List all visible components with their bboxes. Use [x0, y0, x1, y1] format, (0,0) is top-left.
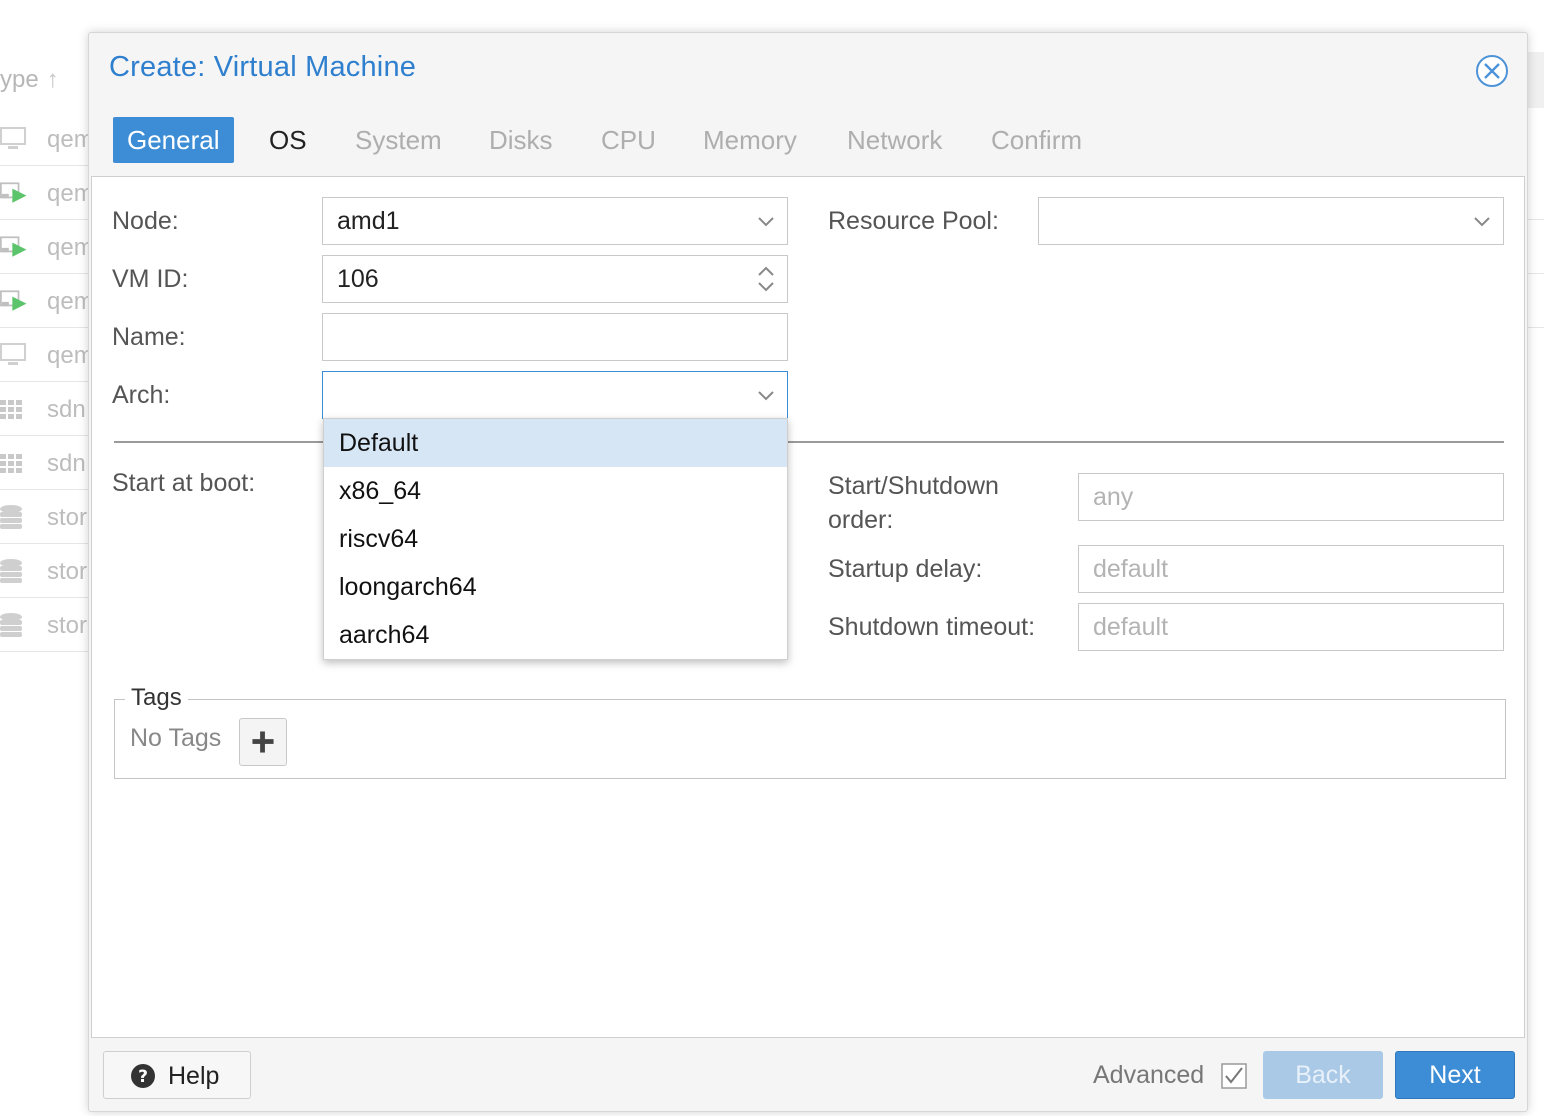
- arch-option-loongarch64[interactable]: loongarch64: [324, 563, 787, 611]
- no-tags-text: No Tags: [130, 724, 222, 752]
- grid-row-right: [1527, 274, 1544, 328]
- chevron-down-icon[interactable]: [755, 210, 777, 232]
- arch-option-x86-64[interactable]: x86_64: [324, 467, 787, 515]
- vm-running-icon: [0, 236, 27, 257]
- tags-fieldset: Tags No Tags: [114, 684, 1506, 779]
- grid-row[interactable]: qem: [0, 166, 100, 220]
- sort-up-arrow-icon: ↑: [46, 66, 59, 93]
- startup-delay-input[interactable]: default: [1078, 545, 1504, 593]
- close-icon[interactable]: [1474, 53, 1510, 89]
- tab-os[interactable]: OS: [269, 117, 307, 163]
- help-button[interactable]: ? Help: [103, 1051, 251, 1099]
- spinner-arrows-icon[interactable]: [755, 262, 777, 296]
- advanced-checkbox[interactable]: [1221, 1063, 1247, 1089]
- name-input[interactable]: [322, 313, 788, 361]
- shutdown-timeout-input[interactable]: default: [1078, 603, 1504, 651]
- tab-cpu[interactable]: CPU: [601, 117, 656, 163]
- tab-system[interactable]: System: [355, 117, 442, 163]
- grid-row-right: [1527, 220, 1544, 274]
- vmid-spinner[interactable]: 106: [322, 255, 788, 303]
- name-label: Name:: [112, 323, 186, 351]
- advanced-label: Advanced: [1093, 1061, 1205, 1089]
- sdn-icon: [0, 400, 22, 419]
- arch-dropdown-list: Default x86_64 riscv64 loongarch64 aarch…: [323, 418, 788, 660]
- grid-row[interactable]: sdn: [0, 436, 100, 490]
- grid-row[interactable]: qem: [0, 274, 100, 328]
- tab-memory[interactable]: Memory: [703, 117, 797, 163]
- grid-row[interactable]: stor: [0, 598, 100, 652]
- start-shutdown-order-input[interactable]: any: [1078, 473, 1504, 521]
- arch-select[interactable]: [322, 371, 788, 419]
- storage-icon: [0, 505, 22, 529]
- vm-stopped-icon: [0, 127, 26, 149]
- add-tag-button[interactable]: [239, 718, 287, 766]
- tags-legend: Tags: [125, 684, 188, 712]
- vm-running-icon: [0, 182, 27, 203]
- shutdown-timeout-label: Shutdown timeout:: [828, 613, 1036, 641]
- start-at-boot-label: Start at boot:: [112, 469, 256, 497]
- node-label: Node:: [112, 207, 179, 235]
- vmid-label: VM ID:: [112, 265, 189, 293]
- grid-row[interactable]: qem: [0, 112, 100, 166]
- tab-confirm[interactable]: Confirm: [991, 117, 1082, 163]
- tab-disks[interactable]: Disks: [489, 117, 553, 163]
- grid-header-type[interactable]: ype ↑: [0, 52, 100, 108]
- plus-icon: [252, 731, 274, 753]
- grid-row[interactable]: stor: [0, 544, 100, 598]
- start-shutdown-order-label: Start/Shutdown order:: [828, 472, 999, 534]
- arch-option-aarch64[interactable]: aarch64: [324, 611, 787, 659]
- grid-header-right: [1527, 52, 1544, 108]
- create-vm-dialog: Create: Virtual Machine General OS Syste…: [88, 32, 1528, 1112]
- tab-network[interactable]: Network: [847, 117, 942, 163]
- vm-stopped-icon: [0, 343, 26, 365]
- vm-running-icon: [0, 290, 27, 311]
- grid-row[interactable]: sdn: [0, 382, 100, 436]
- back-button[interactable]: Back: [1263, 1051, 1383, 1099]
- resource-pool-label: Resource Pool:: [828, 207, 999, 235]
- next-button[interactable]: Next: [1395, 1051, 1515, 1099]
- dialog-title: Create: Virtual Machine: [109, 51, 417, 83]
- storage-icon: [0, 559, 22, 583]
- arch-option-riscv64[interactable]: riscv64: [324, 515, 787, 563]
- chevron-down-icon[interactable]: [1471, 210, 1493, 232]
- sdn-icon: [0, 454, 22, 473]
- grid-row-right: [1527, 166, 1544, 220]
- grid-row[interactable]: stor: [0, 490, 100, 544]
- arch-label: Arch:: [112, 381, 171, 409]
- arch-option-default[interactable]: Default: [324, 419, 787, 467]
- grid-row[interactable]: qem: [0, 220, 100, 274]
- question-icon: ?: [131, 1064, 155, 1088]
- startup-delay-label: Startup delay:: [828, 555, 983, 583]
- svg-text:?: ?: [138, 1067, 148, 1087]
- resource-pool-select[interactable]: [1038, 197, 1504, 245]
- node-select[interactable]: amd1: [322, 197, 788, 245]
- tab-general[interactable]: General: [113, 117, 234, 163]
- general-panel: Node: amd1 VM ID: 106 Name: Arch: Resour…: [91, 176, 1525, 1038]
- chevron-down-icon[interactable]: [755, 384, 777, 406]
- storage-icon: [0, 613, 22, 637]
- grid-row[interactable]: qem: [0, 328, 100, 382]
